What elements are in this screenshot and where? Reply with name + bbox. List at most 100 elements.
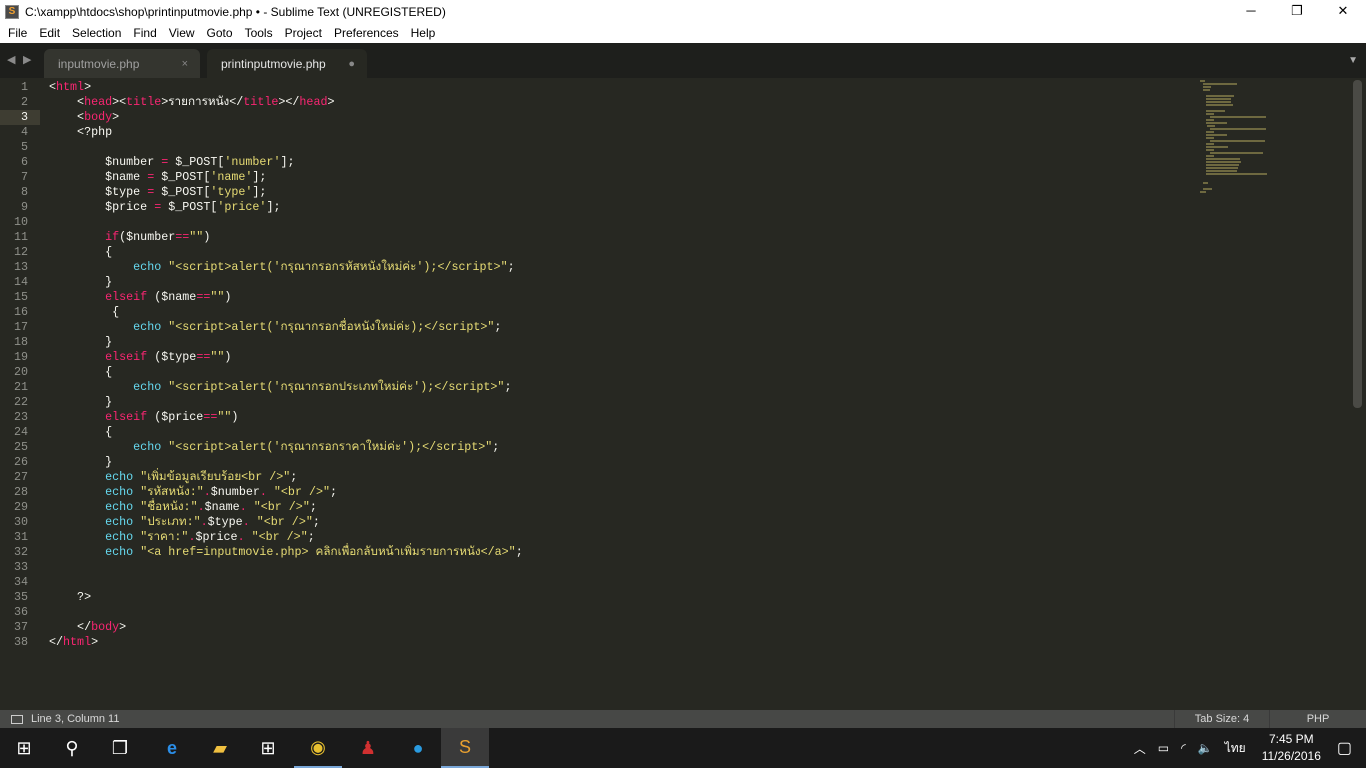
- code-line[interactable]: echo "ราคา:".$price. "<br />";: [49, 530, 1189, 545]
- code-token: "": [210, 350, 225, 364]
- code-token: ==: [175, 230, 190, 244]
- code-token: >: [112, 110, 120, 124]
- code-line[interactable]: <head><title>รายการหนัง</title></head>: [49, 95, 1189, 110]
- clock-date: 11/26/2016: [1261, 749, 1321, 763]
- code-line[interactable]: <?php: [49, 125, 1189, 140]
- battery-icon[interactable]: ▭: [1158, 741, 1169, 755]
- code-line[interactable]: elseif ($name==""): [49, 290, 1189, 305]
- notifications-icon[interactable]: ▢: [1337, 738, 1352, 758]
- code-line[interactable]: {: [49, 425, 1189, 440]
- sublime-taskbar-icon[interactable]: S: [441, 728, 489, 768]
- menu-help[interactable]: Help: [405, 26, 442, 40]
- code-line[interactable]: echo "เพิ่มข้อมูลเรียบร้อย<br />";: [49, 470, 1189, 485]
- code-token: "<br />": [251, 530, 308, 544]
- unsaved-dot-icon[interactable]: ●: [348, 58, 355, 70]
- code-line[interactable]: elseif ($price==""): [49, 410, 1189, 425]
- code-token: .: [239, 500, 247, 514]
- app-icon-red[interactable]: ♟: [344, 728, 392, 768]
- minimap-line: [1206, 173, 1268, 175]
- code-line[interactable]: {: [49, 245, 1189, 260]
- minimize-button[interactable]: ─: [1228, 0, 1274, 23]
- code-line[interactable]: <html>: [49, 80, 1189, 95]
- code-line[interactable]: <body>: [49, 110, 1189, 125]
- code-token: <: [49, 110, 85, 124]
- chrome-icon[interactable]: ◉: [294, 728, 342, 768]
- code-line[interactable]: </body>: [49, 620, 1189, 635]
- edge-browser-icon[interactable]: e: [148, 728, 196, 768]
- code-token: >: [91, 635, 99, 649]
- code-line[interactable]: elseif ($type==""): [49, 350, 1189, 365]
- close-button[interactable]: ✕: [1320, 0, 1366, 23]
- menu-view[interactable]: View: [163, 26, 201, 40]
- tab-dropdown-icon[interactable]: ▼: [1348, 55, 1358, 66]
- tab-size-selector[interactable]: Tab Size: 4: [1174, 710, 1269, 728]
- code-line[interactable]: [49, 215, 1189, 230]
- code-line[interactable]: }: [49, 395, 1189, 410]
- clock[interactable]: 7:45 PM 11/26/2016: [1262, 731, 1321, 765]
- volume-icon[interactable]: 🔈: [1198, 741, 1213, 755]
- menu-project[interactable]: Project: [279, 26, 328, 40]
- code-line[interactable]: $name = $_POST['name'];: [49, 170, 1189, 185]
- code-token: if: [105, 230, 120, 244]
- app-icon-blue[interactable]: ●: [394, 728, 442, 768]
- code-line[interactable]: </html>: [49, 635, 1189, 650]
- code-line[interactable]: $type = $_POST['type'];: [49, 185, 1189, 200]
- code-line[interactable]: {: [49, 365, 1189, 380]
- code-line[interactable]: echo "<script>alert('กรุณากรอกประเภทใหม่…: [49, 380, 1189, 395]
- code-line[interactable]: }: [49, 335, 1189, 350]
- code-line[interactable]: [49, 140, 1189, 155]
- code-line[interactable]: {: [49, 305, 1189, 320]
- file-explorer-icon[interactable]: ▰: [196, 728, 244, 768]
- code-token: echo: [133, 320, 162, 334]
- panel-toggle-icon[interactable]: [11, 714, 23, 724]
- code-line[interactable]: echo "<a href=inputmovie.php> คลิกเพื่อก…: [49, 545, 1189, 560]
- tab-close-icon[interactable]: ×: [182, 58, 188, 70]
- code-token: $price: [49, 200, 155, 214]
- start-windows-icon[interactable]: ⊞: [0, 728, 48, 768]
- code-line[interactable]: if($number==""): [49, 230, 1189, 245]
- code-line[interactable]: [49, 560, 1189, 575]
- minimap[interactable]: [1200, 80, 1268, 193]
- code-line[interactable]: echo "ประเภท:".$type. "<br />";: [49, 515, 1189, 530]
- menu-preferences[interactable]: Preferences: [328, 26, 405, 40]
- input-language[interactable]: ไทย: [1225, 739, 1246, 758]
- code-token: >: [327, 95, 335, 109]
- menu-goto[interactable]: Goto: [201, 26, 239, 40]
- code-token: "<script>alert('กรุณากรอกราคาใหม่ค่ะ');<…: [168, 440, 493, 454]
- code-editor[interactable]: <html> <head><title>รายการหนัง</title></…: [49, 80, 1189, 650]
- code-line[interactable]: echo "<script>alert('กรุณากรอกราคาใหม่ค่…: [49, 440, 1189, 455]
- store-icon[interactable]: ⊞: [244, 728, 292, 768]
- chevron-up-icon[interactable]: ︿: [1134, 740, 1146, 757]
- code-token: <: [49, 80, 57, 94]
- code-line[interactable]: echo "ชื่อหนัง:".$name. "<br />";: [49, 500, 1189, 515]
- tab-next-icon[interactable]: ▶: [23, 53, 31, 66]
- code-line[interactable]: [49, 575, 1189, 590]
- menu-find[interactable]: Find: [127, 26, 162, 40]
- wifi-icon[interactable]: ◜: [1181, 741, 1186, 755]
- tab-prev-icon[interactable]: ◀: [7, 53, 15, 66]
- code-token: .: [259, 485, 267, 499]
- menu-edit[interactable]: Edit: [33, 26, 66, 40]
- line-number: 34: [13, 575, 28, 589]
- search-icon[interactable]: ⚲: [48, 728, 96, 768]
- code-line[interactable]: }: [49, 275, 1189, 290]
- code-line[interactable]: echo "<script>alert('กรุณากรอกชื่อหนังให…: [49, 320, 1189, 335]
- code-line[interactable]: ?>: [49, 590, 1189, 605]
- code-line[interactable]: echo "รหัสหนัง:".$number. "<br />";: [49, 485, 1189, 500]
- restore-button[interactable]: ❐: [1274, 0, 1320, 23]
- menu-selection[interactable]: Selection: [66, 26, 127, 40]
- code-line[interactable]: $number = $_POST['number'];: [49, 155, 1189, 170]
- code-line[interactable]: echo "<script>alert('กรุณากรอกรหัสหนังให…: [49, 260, 1189, 275]
- tab-printinputmovie[interactable]: printinputmovie.php ●: [207, 49, 367, 78]
- task-view-icon[interactable]: ❐: [96, 728, 144, 768]
- code-line[interactable]: }: [49, 455, 1189, 470]
- syntax-selector[interactable]: PHP: [1269, 710, 1366, 728]
- menu-tools[interactable]: Tools: [239, 26, 279, 40]
- line-number: 4: [20, 125, 28, 139]
- code-line[interactable]: [49, 605, 1189, 620]
- tab-inputmovie[interactable]: inputmovie.php ×: [44, 49, 200, 78]
- menu-file[interactable]: File: [2, 26, 33, 40]
- code-line[interactable]: $price = $_POST['price'];: [49, 200, 1189, 215]
- vertical-scrollbar[interactable]: [1353, 80, 1362, 408]
- line-number: 19: [13, 350, 28, 364]
